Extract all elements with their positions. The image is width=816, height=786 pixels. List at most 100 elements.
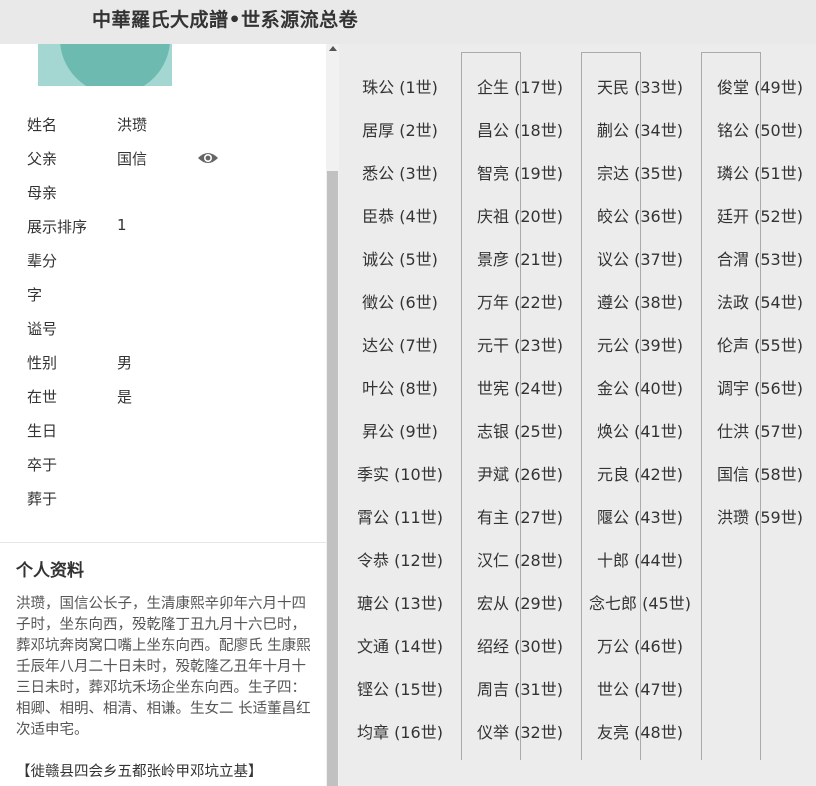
info-label: 性别 [27, 354, 58, 372]
generation-link[interactable]: 万公 (46世) [582, 633, 698, 657]
person-panel: 姓名 洪瓒父亲 国信母亲展示排序 1 辈分字谥号性别 男在世 是生日卒于葬于 个人资料 洪瓒… [0, 44, 326, 786]
generation-link[interactable]: 霄公 (11世) [342, 504, 458, 528]
generation-link[interactable]: 令恭 (12世) [342, 547, 458, 571]
info-row: 谥号 [27, 318, 287, 342]
generation-link[interactable]: 庆祖 (20世) [462, 203, 578, 227]
generation-link[interactable]: 徵公 (6世) [342, 289, 458, 313]
generation-link[interactable]: 元良 (42世) [582, 461, 698, 485]
avatar [38, 44, 172, 86]
generation-link[interactable]: 尹斌 (26世) [462, 461, 578, 485]
generation-link[interactable]: 元干 (23世) [462, 332, 578, 356]
generation-link[interactable]: 国信 (58世) [702, 461, 816, 485]
generation-link[interactable]: 铭公 (50世) [702, 117, 816, 141]
info-label: 父亲 [27, 150, 58, 168]
info-row: 父亲 国信 [27, 148, 287, 172]
generation-link[interactable]: 世宪 (24世) [462, 375, 578, 399]
bio-title: 个人资料 [16, 561, 84, 581]
generation-link[interactable]: 隁公 (43世) [582, 504, 698, 528]
generation-link[interactable]: 文通 (14世) [342, 633, 458, 657]
generation-link[interactable]: 洪瓒 (59世) [702, 504, 816, 528]
info-label: 生日 [27, 422, 58, 440]
generation-link[interactable]: 季实 (10世) [342, 461, 458, 485]
divider [0, 542, 326, 543]
generation-link[interactable]: 诚公 (5世) [342, 246, 458, 270]
info-label: 字 [27, 286, 43, 304]
info-label: 谥号 [27, 320, 58, 338]
generation-link[interactable]: 元公 (39世) [582, 332, 698, 356]
generation-link[interactable]: 法政 (54世) [702, 289, 816, 313]
generation-link[interactable]: 璘公 (51世) [702, 160, 816, 184]
info-value: 1 [117, 216, 127, 234]
info-label: 在世 [27, 388, 58, 406]
generation-link[interactable]: 议公 (37世) [582, 246, 698, 270]
generation-link[interactable]: 悉公 (3世) [342, 160, 458, 184]
info-row: 姓名 洪瓒 [27, 114, 287, 138]
eye-icon[interactable] [197, 150, 219, 166]
generation-link[interactable]: 宗达 (35世) [582, 160, 698, 184]
generation-link[interactable]: 叶公 (8世) [342, 375, 458, 399]
generation-link[interactable]: 智亮 (19世) [462, 160, 578, 184]
generation-link[interactable]: 蒯公 (34世) [582, 117, 698, 141]
generation-link[interactable]: 汉仁 (28世) [462, 547, 578, 571]
generation-link[interactable]: 世公 (47世) [582, 676, 698, 700]
column-border [701, 52, 761, 760]
generation-link[interactable]: 志银 (25世) [462, 418, 578, 442]
info-row: 卒于 [27, 454, 287, 478]
generation-link[interactable]: 合渭 (53世) [702, 246, 816, 270]
generation-link[interactable]: 仕洪 (57世) [702, 418, 816, 442]
generation-link[interactable]: 伦声 (55世) [702, 332, 816, 356]
info-row: 性别 男 [27, 352, 287, 376]
generation-link[interactable]: 友亮 (48世) [582, 719, 698, 743]
generation-link[interactable]: 念七郎 (45世) [582, 590, 698, 614]
scroll-up-arrow-icon[interactable] [329, 46, 337, 51]
generation-link[interactable]: 臣恭 (4世) [342, 203, 458, 227]
info-label: 卒于 [27, 456, 58, 474]
generation-link[interactable]: 宏从 (29世) [462, 590, 578, 614]
scrollbar[interactable] [326, 44, 339, 786]
generation-link[interactable]: 周吉 (31世) [462, 676, 578, 700]
info-row: 在世 是 [27, 386, 287, 410]
generation-link[interactable]: 景彦 (21世) [462, 246, 578, 270]
generation-link[interactable]: 铿公 (15世) [342, 676, 458, 700]
generation-link[interactable]: 金公 (40世) [582, 375, 698, 399]
info-value: 洪瓒 [117, 116, 148, 134]
generation-link[interactable]: 有主 (27世) [462, 504, 578, 528]
generation-link[interactable]: 绍经 (30世) [462, 633, 578, 657]
generation-link[interactable]: 珠公 (1世) [342, 74, 458, 98]
generation-link[interactable]: 仪举 (32世) [462, 719, 578, 743]
generation-link[interactable]: 昇公 (9世) [342, 418, 458, 442]
top-bar: 中華羅氏大成譜•世系源流总卷 [0, 0, 816, 44]
generation-link[interactable]: 廷开 (52世) [702, 203, 816, 227]
generation-link[interactable]: 达公 (7世) [342, 332, 458, 356]
generation-link[interactable]: 企生 (17世) [462, 74, 578, 98]
info-value: 国信 [117, 150, 148, 168]
info-label: 辈分 [27, 252, 58, 270]
generation-link[interactable]: 焕公 (41世) [582, 418, 698, 442]
bio-text: 洪瓒，国信公长子，生清康熙辛卯年六月十四子时，坐东向西，殁乾隆丁丑九月十六巳时，… [16, 596, 311, 738]
generation-link[interactable]: 调宇 (56世) [702, 375, 816, 399]
bio-footer: 【徙赣县四会乡五都张岭甲邓坑立基】 [16, 764, 263, 780]
generation-link[interactable]: 遵公 (38世) [582, 289, 698, 313]
scroll-thumb[interactable] [327, 171, 338, 786]
generation-link[interactable]: 俊堂 (49世) [702, 74, 816, 98]
info-value: 男 [117, 354, 133, 372]
generation-link[interactable]: 皎公 (36世) [582, 203, 698, 227]
info-value: 是 [117, 388, 133, 406]
generation-link[interactable]: 万年 (22世) [462, 289, 578, 313]
info-label: 姓名 [27, 116, 58, 134]
info-row: 生日 [27, 420, 287, 444]
info-row: 字 [27, 284, 287, 308]
generation-link[interactable]: 均章 (16世) [342, 719, 458, 743]
page: 中華羅氏大成譜•世系源流总卷 姓名 洪瓒父亲 国信母亲展示排序 1 辈分字谥号性别 男在世… [0, 0, 816, 786]
page-title: 中華羅氏大成譜•世系源流总卷 [92, 9, 359, 31]
generation-link[interactable]: 昌公 (18世) [462, 117, 578, 141]
info-label: 葬于 [27, 490, 58, 508]
info-label: 展示排序 [27, 218, 88, 236]
generation-link[interactable]: 居厚 (2世) [342, 117, 458, 141]
info-row: 葬于 [27, 488, 287, 512]
info-row: 母亲 [27, 182, 287, 206]
info-label: 母亲 [27, 184, 58, 202]
generation-link[interactable]: 天民 (33世) [582, 74, 698, 98]
generation-link[interactable]: 瑭公 (13世) [342, 590, 458, 614]
generation-link[interactable]: 十郎 (44世) [582, 547, 698, 571]
